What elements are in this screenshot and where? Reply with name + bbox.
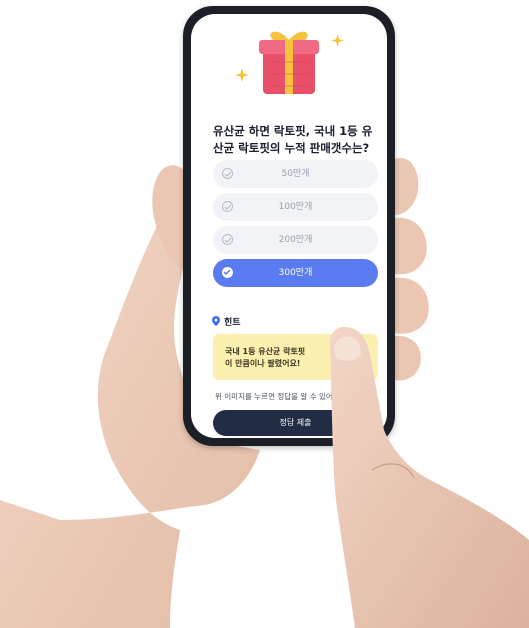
answer-option-label: 100만개 bbox=[278, 202, 313, 212]
quiz-question: 유산균 하면 락토핏, 국내 1등 유산균 락토핏의 누적 판매갯수는? bbox=[213, 124, 373, 155]
hint-header: 힌트 bbox=[212, 315, 241, 328]
hint-description: 위 이미지를 누르면 정답을 알 수 있어요! bbox=[215, 392, 343, 401]
gift-icon bbox=[259, 31, 319, 94]
hint-title: 힌트 bbox=[224, 318, 241, 328]
phone-screen: 유산균 하면 락토핏, 국내 1등 유산균 락토핏의 누적 판매갯수는? 50만… bbox=[191, 14, 387, 438]
sparkle-icon bbox=[235, 68, 249, 82]
answer-option-label: 300만개 bbox=[278, 268, 313, 278]
answer-option-50[interactable]: 50만개 bbox=[213, 160, 378, 188]
answer-option-100[interactable]: 100만개 bbox=[213, 193, 378, 221]
hint-card-line2: 이 만큼이나 팔렸어요! bbox=[225, 359, 301, 368]
answer-option-200[interactable]: 200만개 bbox=[213, 226, 378, 254]
submit-answer-button[interactable]: 정답 제출 bbox=[213, 410, 378, 436]
answer-option-300[interactable]: 300만개 bbox=[213, 259, 378, 287]
answer-option-label: 200만개 bbox=[278, 235, 313, 245]
hint-card-line1: 국내 1등 유산균 락토핏 bbox=[225, 347, 306, 356]
answer-option-label: 50만개 bbox=[281, 169, 310, 179]
phone-device: 유산균 하면 락토핏, 국내 1등 유산균 락토핏의 누적 판매갯수는? 50만… bbox=[183, 6, 395, 446]
hint-image-card[interactable]: 국내 1등 유산균 락토핏 이 만큼이나 팔렸어요! bbox=[213, 334, 378, 380]
product-image-icon bbox=[344, 346, 364, 374]
sparkle-icon bbox=[331, 34, 344, 47]
location-pin-icon bbox=[212, 316, 220, 326]
